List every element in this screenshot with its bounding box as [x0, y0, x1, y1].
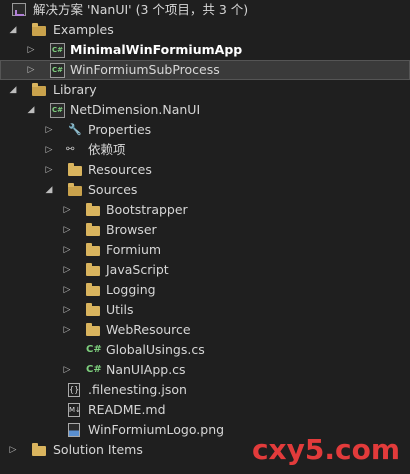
- csharp-project-icon: C#: [50, 63, 65, 78]
- tree-row-dependencies[interactable]: ▷ ⚯ 依赖项: [0, 140, 410, 160]
- tree-row-webresource[interactable]: ▷ WebResource: [0, 320, 410, 340]
- chevron-right-icon[interactable]: ▷: [44, 160, 54, 180]
- folder-open-icon: [68, 183, 82, 197]
- json-file-icon: {}: [68, 383, 80, 397]
- chevron-right-icon[interactable]: ▷: [62, 200, 72, 220]
- chevron-right-icon[interactable]: ▷: [26, 60, 36, 80]
- chevron-down-icon[interactable]: ◢: [8, 20, 18, 40]
- folder-label: Library: [53, 82, 97, 97]
- chevron-down-icon[interactable]: ◢: [8, 80, 18, 100]
- node-label: 依赖项: [88, 142, 126, 157]
- tree-row-library[interactable]: ◢ Library: [0, 80, 410, 100]
- tree-row-logging[interactable]: ▷ Logging: [0, 280, 410, 300]
- tree-row-browser[interactable]: ▷ Browser: [0, 220, 410, 240]
- folder-icon: [86, 223, 100, 237]
- tree-row-resources[interactable]: ▷ Resources: [0, 160, 410, 180]
- csharp-file-icon: C#: [86, 344, 102, 355]
- tree-row-subprocess[interactable]: ▷ C# WinFormiumSubProcess: [0, 60, 410, 80]
- chevron-right-icon[interactable]: ▷: [8, 440, 18, 460]
- folder-label: Sources: [88, 182, 138, 197]
- chevron-right-icon[interactable]: ▷: [44, 140, 54, 160]
- tree-row-formium[interactable]: ▷ Formium: [0, 240, 410, 260]
- file-label: .filenesting.json: [88, 382, 187, 397]
- chevron-right-icon[interactable]: ▷: [62, 240, 72, 260]
- file-label: WinFormiumLogo.png: [88, 422, 225, 437]
- wrench-icon: 🔧: [68, 123, 82, 136]
- chevron-down-icon[interactable]: ◢: [26, 100, 36, 120]
- folder-label: Examples: [53, 22, 114, 37]
- folder-label: Formium: [106, 242, 162, 257]
- tree-row-solution[interactable]: 解决方案 'NanUI' (3 个项目，共 3 个): [0, 0, 410, 20]
- tree-row-properties[interactable]: ▷ 🔧 Properties: [0, 120, 410, 140]
- csharp-project-icon: C#: [50, 43, 65, 58]
- project-label-startup: MinimalWinFormiumApp: [70, 42, 243, 57]
- tree-row-filenesting[interactable]: {} .filenesting.json: [0, 380, 410, 400]
- solution-explorer-tree: 解决方案 'NanUI' (3 个项目，共 3 个) ◢ Examples ▷ …: [0, 0, 410, 460]
- folder-icon: [68, 163, 82, 177]
- folder-icon: [86, 203, 100, 217]
- folder-label: WebResource: [106, 322, 191, 337]
- chevron-right-icon[interactable]: ▷: [44, 120, 54, 140]
- folder-icon: [32, 443, 46, 457]
- tree-row-minimal-app[interactable]: ▷ C# MinimalWinFormiumApp: [0, 40, 410, 60]
- chevron-right-icon[interactable]: ▷: [62, 300, 72, 320]
- tree-row-examples[interactable]: ◢ Examples: [0, 20, 410, 40]
- folder-label: Solution Items: [53, 442, 143, 457]
- folder-icon: [86, 303, 100, 317]
- file-label: NanUIApp.cs: [106, 362, 186, 377]
- tree-row-javascript[interactable]: ▷ JavaScript: [0, 260, 410, 280]
- node-label: Properties: [88, 122, 152, 137]
- tree-row-globalusings[interactable]: C# GlobalUsings.cs: [0, 340, 410, 360]
- chevron-right-icon[interactable]: ▷: [62, 280, 72, 300]
- chevron-right-icon[interactable]: ▷: [62, 220, 72, 240]
- folder-label: Utils: [106, 302, 134, 317]
- solution-icon: [12, 3, 26, 16]
- folder-open-icon: [32, 83, 46, 97]
- project-label: WinFormiumSubProcess: [70, 62, 220, 77]
- csharp-project-icon: C#: [50, 103, 65, 118]
- solution-title: 解决方案 'NanUI' (3 个项目，共 3 个): [33, 2, 249, 17]
- tree-row-nanui-project[interactable]: ◢ C# NetDimension.NanUI: [0, 100, 410, 120]
- watermark-text: cxy5.com: [251, 433, 400, 466]
- markdown-file-icon: M↓: [68, 403, 81, 417]
- tree-row-readme[interactable]: M↓ README.md: [0, 400, 410, 420]
- folder-label: Logging: [106, 282, 156, 297]
- folder-icon: [86, 243, 100, 257]
- tree-row-sources[interactable]: ◢ Sources: [0, 180, 410, 200]
- chevron-right-icon[interactable]: ▷: [62, 260, 72, 280]
- tree-row-bootstrapper[interactable]: ▷ Bootstrapper: [0, 200, 410, 220]
- chevron-right-icon[interactable]: ▷: [62, 360, 72, 380]
- chevron-right-icon[interactable]: ▷: [62, 320, 72, 340]
- folder-icon: [86, 263, 100, 277]
- csharp-file-icon: C#: [86, 364, 102, 375]
- folder-label: JavaScript: [106, 262, 169, 277]
- folder-icon: [86, 323, 100, 337]
- folder-label: Bootstrapper: [106, 202, 188, 217]
- folder-icon: [86, 283, 100, 297]
- folder-label: Browser: [106, 222, 157, 237]
- file-label: README.md: [88, 402, 166, 417]
- tree-row-utils[interactable]: ▷ Utils: [0, 300, 410, 320]
- project-label: NetDimension.NanUI: [70, 102, 201, 117]
- folder-open-icon: [32, 23, 46, 37]
- chevron-down-icon[interactable]: ◢: [44, 180, 54, 200]
- tree-row-nanuiapp[interactable]: ▷ C# NanUIApp.cs: [0, 360, 410, 380]
- folder-label: Resources: [88, 162, 152, 177]
- chevron-right-icon[interactable]: ▷: [26, 40, 36, 60]
- file-label: GlobalUsings.cs: [106, 342, 205, 357]
- dependencies-icon: ⚯: [66, 144, 75, 155]
- image-file-icon: [68, 423, 80, 437]
